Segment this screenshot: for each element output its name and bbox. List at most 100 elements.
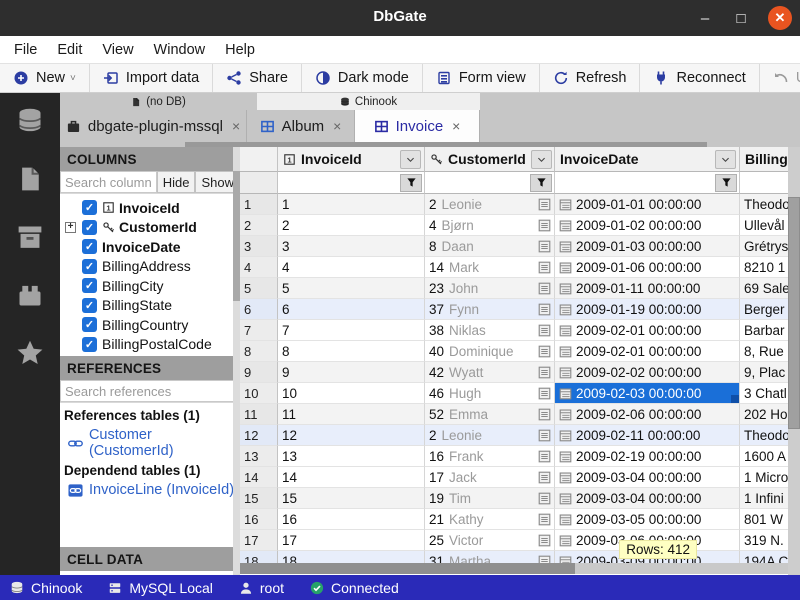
cell-customerid[interactable]: 16Frank <box>425 446 555 467</box>
maximize-button[interactable]: □ <box>732 10 750 27</box>
row-number-cell[interactable]: 1 <box>240 194 278 215</box>
hide-columns-button[interactable]: Hide <box>157 171 196 193</box>
import-data-button[interactable]: Import data <box>90 64 213 92</box>
close-tab-icon[interactable]: × <box>333 118 341 134</box>
cell-customerid[interactable]: 38Niklas <box>425 320 555 341</box>
filter-input-customerid[interactable] <box>427 174 530 192</box>
cell-customerid[interactable]: 25Victor <box>425 530 555 551</box>
row-number-cell[interactable]: 11 <box>240 404 278 425</box>
row-number-cell[interactable]: 9 <box>240 362 278 383</box>
sidebar-archive-icon[interactable] <box>16 223 44 251</box>
column-menu-button[interactable] <box>531 150 552 169</box>
row-number-cell[interactable]: 3 <box>240 236 278 257</box>
cell-customerid[interactable]: 52Emma <box>425 404 555 425</box>
cell-invoicedate[interactable]: 2009-03-04 00:00:00 <box>555 488 740 509</box>
column-checkbox[interactable]: ✓ <box>82 317 97 332</box>
filter-menu-button[interactable] <box>400 174 422 192</box>
column-checkbox[interactable]: ✓ <box>82 337 97 352</box>
form-view-button[interactable]: Form view <box>423 64 540 92</box>
row-number-cell[interactable]: 10 <box>240 383 278 404</box>
column-checkbox[interactable]: ✓ <box>82 259 97 274</box>
column-checkbox[interactable]: ✓ <box>82 239 97 254</box>
cell-invoicedate[interactable]: 2009-01-03 00:00:00 <box>555 236 740 257</box>
cell-invoiceid[interactable]: 3 <box>278 236 425 257</box>
cell-invoicedate[interactable]: 2009-02-11 00:00:00 <box>555 425 740 446</box>
cell-invoicedate-selected[interactable]: 2009-02-03 00:00:00 <box>555 383 740 404</box>
cell-customerid[interactable]: 2Leonie <box>425 425 555 446</box>
menu-item-view[interactable]: View <box>92 42 143 58</box>
share-button[interactable]: Share <box>213 64 302 92</box>
menu-item-help[interactable]: Help <box>215 42 265 58</box>
cell-invoiceid[interactable]: 16 <box>278 509 425 530</box>
search-references-input[interactable] <box>60 380 240 402</box>
cell-invoicedate[interactable]: 2009-01-02 00:00:00 <box>555 215 740 236</box>
grid-horizontal-scrollbar-thumb[interactable] <box>240 563 575 574</box>
tab-album[interactable]: Album× <box>247 110 355 142</box>
row-number-cell[interactable]: 5 <box>240 278 278 299</box>
cell-invoiceid[interactable]: 6 <box>278 299 425 320</box>
left-panel-scrollbar[interactable] <box>233 147 240 575</box>
cell-customerid[interactable]: 23John <box>425 278 555 299</box>
row-number-cell[interactable]: 12 <box>240 425 278 446</box>
row-number-cell[interactable]: 2 <box>240 215 278 236</box>
cell-invoiceid[interactable]: 11 <box>278 404 425 425</box>
cell-invoicedate[interactable]: 2009-01-19 00:00:00 <box>555 299 740 320</box>
sidebar-database-icon[interactable] <box>16 107 44 135</box>
cell-invoiceid[interactable]: 4 <box>278 257 425 278</box>
cell-customerid[interactable]: 17Jack <box>425 467 555 488</box>
filter-input-invoicedate[interactable] <box>557 174 715 192</box>
cell-invoiceid[interactable]: 8 <box>278 341 425 362</box>
left-panel-scrollbar-thumb[interactable] <box>233 171 240 301</box>
close-tab-icon[interactable]: × <box>452 118 460 134</box>
cell-invoiceid[interactable]: 14 <box>278 467 425 488</box>
row-number-cell[interactable]: 14 <box>240 467 278 488</box>
cell-invoiceid[interactable]: 2 <box>278 215 425 236</box>
menu-item-file[interactable]: File <box>4 42 47 58</box>
expand-icon[interactable]: + <box>65 222 76 233</box>
grid-vertical-scrollbar[interactable] <box>788 147 800 575</box>
column-header-invoiceid[interactable]: 1InvoiceId <box>278 147 425 172</box>
column-checkbox[interactable]: ✓ <box>82 298 97 313</box>
cell-customerid[interactable]: 2Leonie <box>425 194 555 215</box>
statusbar-item-mysql-local[interactable]: MySQL Local <box>108 580 213 596</box>
row-number-cell[interactable]: 8 <box>240 341 278 362</box>
cell-customerid[interactable]: 46Hugh <box>425 383 555 404</box>
column-header-customerid[interactable]: CustomerId <box>425 147 555 172</box>
cell-customerid[interactable]: 4Bjørn <box>425 215 555 236</box>
cell-invoicedate[interactable]: 2009-02-06 00:00:00 <box>555 404 740 425</box>
un-button[interactable]: Un <box>760 64 800 92</box>
cell-invoicedate[interactable]: 2009-03-04 00:00:00 <box>555 467 740 488</box>
cell-customerid[interactable]: 19Tim <box>425 488 555 509</box>
cell-customerid[interactable]: 42Wyatt <box>425 362 555 383</box>
cell-invoicedate[interactable]: 2009-02-01 00:00:00 <box>555 341 740 362</box>
cell-invoicedate[interactable]: 2009-02-19 00:00:00 <box>555 446 740 467</box>
row-number-cell[interactable]: 6 <box>240 299 278 320</box>
cell-invoiceid[interactable]: 12 <box>278 425 425 446</box>
dark-mode-button[interactable]: Dark mode <box>302 64 423 92</box>
search-columns-input[interactable] <box>60 171 157 193</box>
filter-menu-button[interactable] <box>715 174 737 192</box>
selection-handle[interactable] <box>731 395 739 403</box>
row-number-cell[interactable]: 4 <box>240 257 278 278</box>
new-button[interactable]: New˅ <box>0 64 90 92</box>
tab-invoice[interactable]: Invoice× <box>355 110 480 142</box>
cell-invoiceid[interactable]: 10 <box>278 383 425 404</box>
cell-invoiceid[interactable]: 7 <box>278 320 425 341</box>
row-number-cell[interactable]: 13 <box>240 446 278 467</box>
sidebar-file-icon[interactable] <box>16 165 44 193</box>
statusbar-item-chinook[interactable]: Chinook <box>10 580 82 596</box>
row-number-cell[interactable]: 17 <box>240 530 278 551</box>
cell-customerid[interactable]: 37Fynn <box>425 299 555 320</box>
cell-customerid[interactable]: 14Mark <box>425 257 555 278</box>
cell-invoicedate[interactable]: 2009-02-01 00:00:00 <box>555 320 740 341</box>
cell-invoiceid[interactable]: 13 <box>278 446 425 467</box>
column-checkbox[interactable]: ✓ <box>82 200 97 215</box>
filter-input-invoiceid[interactable] <box>280 174 400 192</box>
row-number-cell[interactable]: 16 <box>240 509 278 530</box>
cell-invoicedate[interactable]: 2009-01-11 00:00:00 <box>555 278 740 299</box>
grid-horizontal-scrollbar[interactable] <box>240 563 788 574</box>
filter-menu-button[interactable] <box>530 174 552 192</box>
cell-invoiceid[interactable]: 15 <box>278 488 425 509</box>
cell-invoicedate[interactable]: 2009-03-05 00:00:00 <box>555 509 740 530</box>
cell-customerid[interactable]: 21Kathy <box>425 509 555 530</box>
